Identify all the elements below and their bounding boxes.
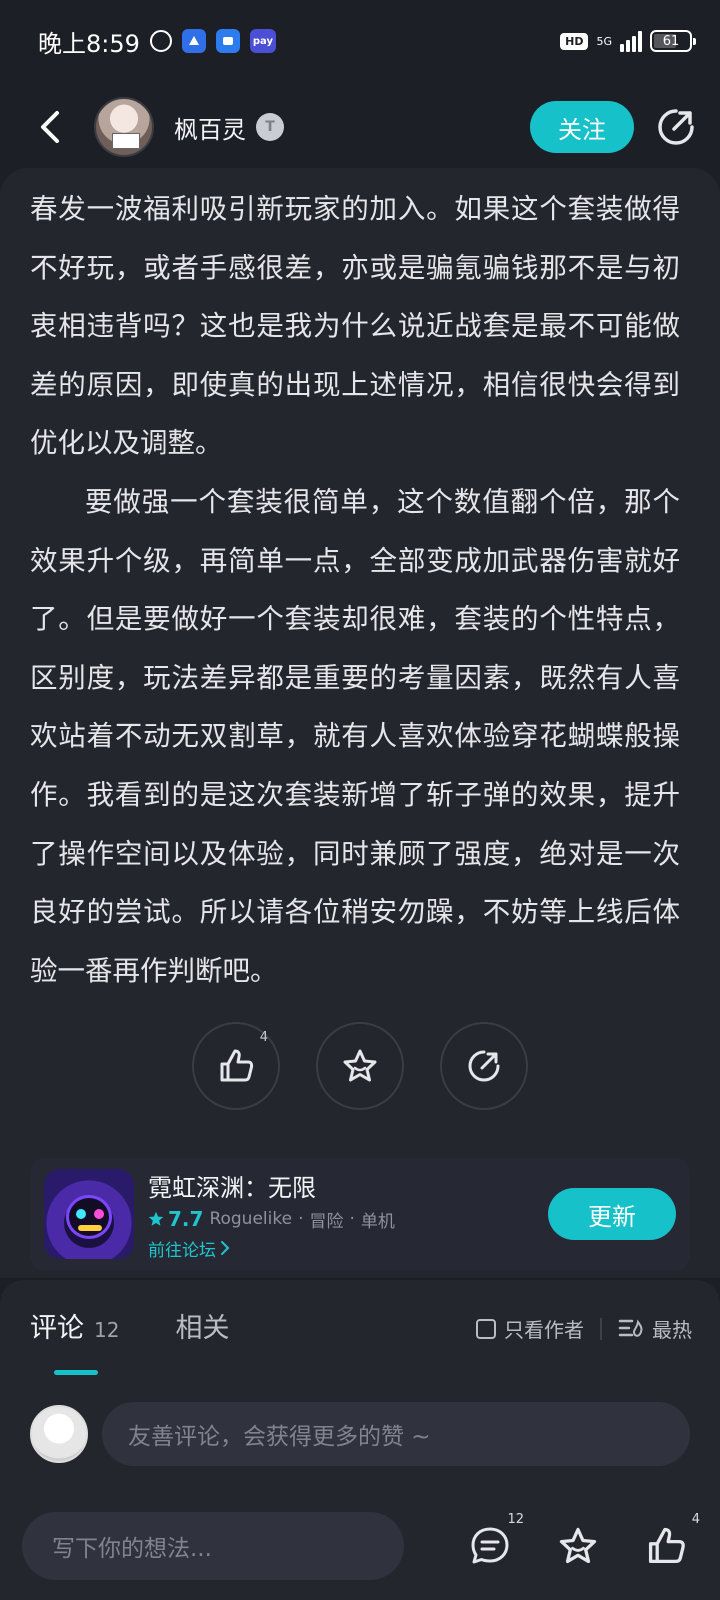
pay-notification-icon: pay <box>249 29 276 53</box>
post-actions: 4 <box>0 1022 720 1110</box>
thumbs-up-icon <box>648 1527 685 1564</box>
game-info: 霓虹深渊：无限 7.7 Roguelike · 冒险 · 单机 前往论坛 <box>148 1168 395 1261</box>
favorite-button[interactable] <box>556 1524 600 1568</box>
article-paragraph: 春发一波福利吸引新玩家的加入。如果这个套装做得不好玩，或者手感很差，亦或是骗氪骗… <box>30 193 680 460</box>
forum-link-label: 前往论坛 <box>148 1240 216 1261</box>
tab-indicator <box>54 1370 98 1375</box>
comment-tabs: 评论 12 相关 <box>30 1306 229 1345</box>
status-left: 晚上8:59 pay <box>38 24 276 59</box>
share-button[interactable] <box>440 1022 528 1110</box>
tag-separator: · <box>298 1209 304 1229</box>
signal-icon <box>620 30 642 52</box>
tab-related[interactable]: 相关 <box>175 1306 229 1345</box>
like-count: 4 <box>259 1030 268 1045</box>
comment-count: 12 <box>94 1318 120 1342</box>
like-button[interactable]: 4 <box>644 1512 700 1568</box>
update-button[interactable]: 更新 <box>548 1188 676 1240</box>
favorite-button[interactable] <box>316 1022 404 1110</box>
battery-icon: 61 <box>650 30 696 52</box>
message-notification-icon <box>215 29 240 53</box>
checkbox-icon <box>476 1318 496 1339</box>
comment-button[interactable]: 12 <box>468 1512 524 1568</box>
status-bar: 晚上8:59 pay HD 5G 61 <box>0 0 720 82</box>
bottom-bar: 写下你的想法... 12 4 <box>22 1512 702 1580</box>
status-time: 晚上8:59 <box>38 29 140 58</box>
follow-button[interactable]: 关注 <box>530 101 634 153</box>
level-badge: T <box>256 113 284 141</box>
comment-input[interactable]: 友善评论，会获得更多的赞 ~ <box>102 1402 690 1466</box>
share-icon <box>468 1050 500 1082</box>
author-avatar[interactable] <box>94 97 154 157</box>
network-type: 5G <box>596 34 612 48</box>
tag-separator: · <box>349 1209 355 1229</box>
thought-input[interactable]: 写下你的想法... <box>22 1512 404 1580</box>
divider <box>600 1317 602 1340</box>
rating-value: 7.7 <box>168 1207 204 1231</box>
tab-comments[interactable]: 评论 <box>30 1306 84 1345</box>
thumbs-up-icon <box>220 1049 254 1082</box>
article-paragraph: 要做强一个套装很简单，这个数值翻个倍，那个效果升个级，再简单一点，全部变成加武器… <box>30 485 680 987</box>
back-button[interactable] <box>30 107 70 147</box>
star-icon <box>559 1527 597 1564</box>
game-meta: 7.7 Roguelike · 冒险 · 单机 <box>148 1207 395 1232</box>
author-name[interactable]: 枫百灵 <box>174 110 246 145</box>
sort-hot-button[interactable]: 最热 <box>618 1314 692 1343</box>
comment-filters: 只看作者 最热 <box>476 1314 692 1343</box>
game-tag: 单机 <box>360 1211 395 1232</box>
game-card[interactable]: 霓虹深渊：无限 7.7 Roguelike · 冒险 · 单机 前往论坛 更新 <box>30 1158 690 1270</box>
comments-section: 评论 12 相关 只看作者 最热 友善评论，会获得更多的赞 ~ 写下你的想法..… <box>0 1280 720 1600</box>
author-only-filter[interactable]: 只看作者 <box>476 1314 584 1343</box>
hd-icon: HD <box>560 32 589 50</box>
article-card: 春发一波福利吸引新玩家的加入。如果这个套装做得不好玩，或者手感很差，亦或是骗氪骗… <box>0 168 720 1278</box>
game-rating: 7.7 <box>148 1207 203 1231</box>
alarm-icon <box>149 30 172 52</box>
comment-count-badge: 12 <box>507 1512 524 1527</box>
sort-hot-label: 最热 <box>652 1318 692 1342</box>
star-icon <box>148 1211 164 1226</box>
status-right: HD 5G 61 <box>560 30 696 52</box>
article-body: 春发一波福利吸引新玩家的加入。如果这个套装做得不好玩，或者手感很差，亦或是骗氪骗… <box>30 180 680 1000</box>
share-icon[interactable] <box>656 107 696 147</box>
battery-level: 61 <box>662 33 680 49</box>
sort-hot-icon <box>618 1319 643 1337</box>
game-tag: 冒险 <box>309 1211 344 1232</box>
comment-icon <box>471 1527 509 1564</box>
comment-input-row: 友善评论，会获得更多的赞 ~ <box>30 1402 690 1466</box>
author-only-label: 只看作者 <box>504 1318 584 1342</box>
game-icon[interactable] <box>44 1169 134 1259</box>
like-count-badge: 4 <box>691 1512 700 1527</box>
post-header: 枫百灵 T 关注 <box>0 82 720 172</box>
bottom-actions: 12 4 <box>468 1512 702 1568</box>
game-title[interactable]: 霓虹深渊：无限 <box>148 1168 395 1203</box>
chevron-left-icon <box>41 111 59 143</box>
chevron-right-icon <box>221 1241 230 1255</box>
star-icon <box>343 1049 377 1082</box>
forum-link[interactable]: 前往论坛 <box>148 1236 395 1261</box>
app-notification-icon <box>181 29 206 53</box>
like-button[interactable]: 4 <box>192 1022 280 1110</box>
user-avatar[interactable] <box>30 1405 88 1463</box>
game-tag: Roguelike <box>209 1209 293 1229</box>
